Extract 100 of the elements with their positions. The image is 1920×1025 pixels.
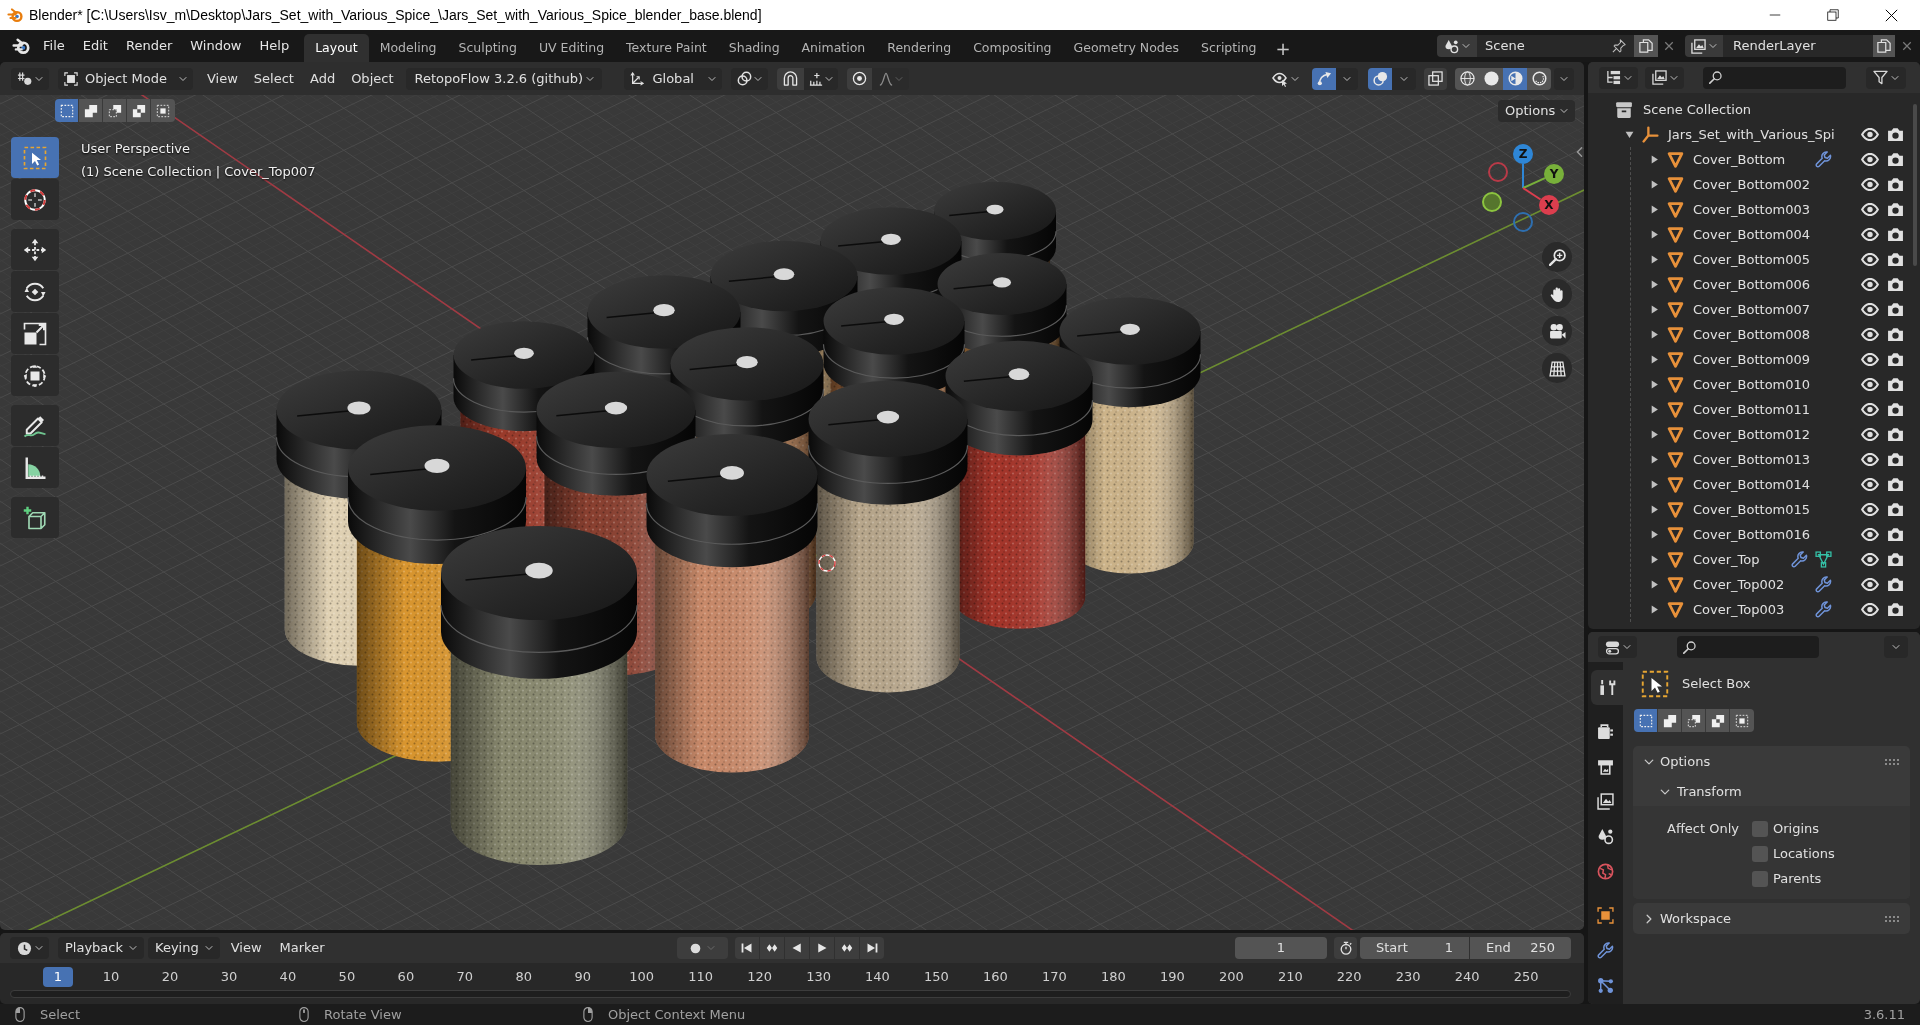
drag-handle-icon[interactable] bbox=[1884, 914, 1900, 923]
selection-mode-button[interactable] bbox=[1730, 709, 1754, 732]
camera-view-button[interactable] bbox=[1542, 316, 1572, 346]
workspace-tab[interactable]: UV Editing bbox=[527, 34, 616, 62]
wrench-icon[interactable] bbox=[1815, 151, 1832, 168]
outliner-item[interactable]: Cover_Bottom012 bbox=[1693, 424, 1811, 445]
menu-item[interactable]: File bbox=[34, 36, 74, 56]
close-icon[interactable] bbox=[1884, 8, 1898, 22]
outliner-item[interactable]: Cover_Top002 bbox=[1693, 574, 1785, 595]
tool-button[interactable] bbox=[11, 355, 59, 396]
camera-icon[interactable] bbox=[1887, 552, 1904, 567]
vertex-triangle-icon[interactable] bbox=[1815, 551, 1832, 568]
caret-right-icon[interactable] bbox=[1650, 280, 1659, 289]
drag-handle-icon[interactable] bbox=[1884, 757, 1900, 766]
camera-icon[interactable] bbox=[1887, 227, 1904, 242]
axis-handle[interactable]: X bbox=[1539, 195, 1559, 215]
shading-mode-button[interactable] bbox=[1455, 67, 1479, 90]
gizmo-toggle[interactable] bbox=[1312, 67, 1336, 90]
eye-icon[interactable] bbox=[1861, 128, 1879, 141]
axis-handle[interactable]: Y bbox=[1544, 164, 1564, 184]
menu-item[interactable]: Window bbox=[181, 36, 251, 56]
eye-icon[interactable] bbox=[1861, 528, 1879, 541]
camera-icon[interactable] bbox=[1887, 327, 1904, 342]
add-workspace-button[interactable]: + bbox=[1267, 34, 1299, 62]
selection-mode-button[interactable] bbox=[151, 99, 175, 122]
wrench-icon[interactable] bbox=[1815, 576, 1832, 593]
caret-right-icon[interactable] bbox=[1650, 430, 1659, 439]
stopwatch-button[interactable] bbox=[1334, 937, 1357, 959]
selection-mode-button[interactable] bbox=[103, 99, 127, 122]
outliner-item[interactable]: Cover_Bottom016 bbox=[1693, 524, 1811, 545]
workspace-tab[interactable]: Geometry Nodes bbox=[1062, 34, 1190, 62]
caret-right-icon[interactable] bbox=[1650, 180, 1659, 189]
outliner-item[interactable]: Cover_Bottom013 bbox=[1693, 449, 1811, 470]
orientation-dropdown[interactable]: Global bbox=[624, 67, 723, 90]
menu-item[interactable]: Help bbox=[250, 36, 299, 56]
display-mode-button[interactable] bbox=[1645, 66, 1684, 89]
outliner-item[interactable]: Cover_Bottom011 bbox=[1693, 399, 1811, 420]
menu-item[interactable]: Select bbox=[245, 68, 302, 89]
selection-mode-button[interactable] bbox=[1658, 709, 1682, 732]
workspace-tab[interactable]: Sculpting bbox=[447, 34, 528, 62]
caret-right-icon[interactable] bbox=[1650, 455, 1659, 464]
camera-icon[interactable] bbox=[1887, 302, 1904, 317]
workspace-tab[interactable]: Layout bbox=[304, 34, 369, 62]
eye-icon[interactable] bbox=[1861, 303, 1879, 316]
caret-right-icon[interactable] bbox=[1650, 205, 1659, 214]
menu-item[interactable]: Playback bbox=[58, 937, 144, 959]
camera-icon[interactable] bbox=[1887, 352, 1904, 367]
subpanel-header[interactable]: Transform bbox=[1633, 777, 1910, 806]
caret-right-icon[interactable] bbox=[1650, 355, 1659, 364]
proportional-editing-toggle[interactable] bbox=[847, 67, 873, 90]
workspace-tab[interactable]: Scripting bbox=[1189, 34, 1268, 62]
tool-button[interactable] bbox=[11, 271, 59, 312]
camera-icon[interactable] bbox=[1887, 452, 1904, 467]
outliner-item[interactable]: Cover_Bottom005 bbox=[1693, 249, 1811, 270]
projection-button[interactable] bbox=[1542, 353, 1572, 383]
eye-icon[interactable] bbox=[1861, 428, 1879, 441]
selection-mode-button[interactable] bbox=[55, 99, 79, 122]
search-field[interactable] bbox=[1703, 66, 1846, 89]
shading-mode-button[interactable] bbox=[1503, 67, 1527, 90]
workspace-tab[interactable]: Shading bbox=[717, 34, 791, 62]
view-layer-name-field[interactable]: RenderLayer bbox=[1723, 35, 1873, 57]
selection-mode-button[interactable] bbox=[127, 99, 151, 122]
outliner-item[interactable]: Cover_Bottom003 bbox=[1693, 199, 1811, 220]
selection-mode-button[interactable] bbox=[1682, 709, 1706, 732]
end-frame-field[interactable]: End 250 bbox=[1470, 937, 1571, 959]
menu-item[interactable]: Add bbox=[301, 68, 344, 89]
selection-mode-button[interactable] bbox=[1634, 709, 1658, 732]
menu-item[interactable]: View bbox=[199, 68, 246, 89]
outliner-item[interactable]: Scene Collection bbox=[1643, 99, 1752, 120]
eye-icon[interactable] bbox=[1861, 278, 1879, 291]
tool-button[interactable] bbox=[11, 229, 59, 270]
caret-right-icon[interactable] bbox=[1650, 555, 1659, 564]
checkbox[interactable] bbox=[1752, 820, 1768, 837]
editor-type-button[interactable] bbox=[1599, 66, 1638, 89]
view-layer-browse-button[interactable] bbox=[1685, 35, 1723, 57]
wrench-icon[interactable] bbox=[1815, 601, 1832, 618]
eye-icon[interactable] bbox=[1861, 253, 1879, 266]
caret-right-icon[interactable] bbox=[1650, 230, 1659, 239]
caret-right-icon[interactable] bbox=[1650, 530, 1659, 539]
camera-icon[interactable] bbox=[1887, 202, 1904, 217]
outliner-item[interactable]: Jars_Set_with_Various_Spi bbox=[1668, 124, 1835, 145]
camera-icon[interactable] bbox=[1887, 527, 1904, 542]
snap-target-dropdown[interactable] bbox=[804, 67, 839, 90]
tool-button[interactable] bbox=[11, 179, 59, 220]
caret-right-icon[interactable] bbox=[1650, 155, 1659, 164]
pivot-dropdown[interactable] bbox=[731, 67, 769, 90]
previous-keyframe-button[interactable] bbox=[760, 937, 784, 959]
outliner-item[interactable]: Cover_Bottom006 bbox=[1693, 274, 1811, 295]
workspace-tab[interactable]: Modeling bbox=[368, 34, 448, 62]
addon-dropdown[interactable]: RetopoFlow 3.2.6 (github) bbox=[406, 67, 603, 90]
snap-toggle[interactable] bbox=[777, 67, 805, 90]
menu-item[interactable]: Object bbox=[343, 68, 402, 89]
menu-item[interactable]: Render bbox=[116, 36, 182, 56]
search-field[interactable] bbox=[1677, 636, 1819, 658]
eye-icon[interactable] bbox=[1861, 453, 1879, 466]
checkbox-label[interactable]: Origins bbox=[1773, 818, 1820, 839]
current-frame-field[interactable]: 1 bbox=[1235, 937, 1327, 959]
menu-item[interactable]: Edit bbox=[73, 36, 117, 56]
scrollbar[interactable] bbox=[1913, 104, 1917, 266]
camera-icon[interactable] bbox=[1887, 477, 1904, 492]
